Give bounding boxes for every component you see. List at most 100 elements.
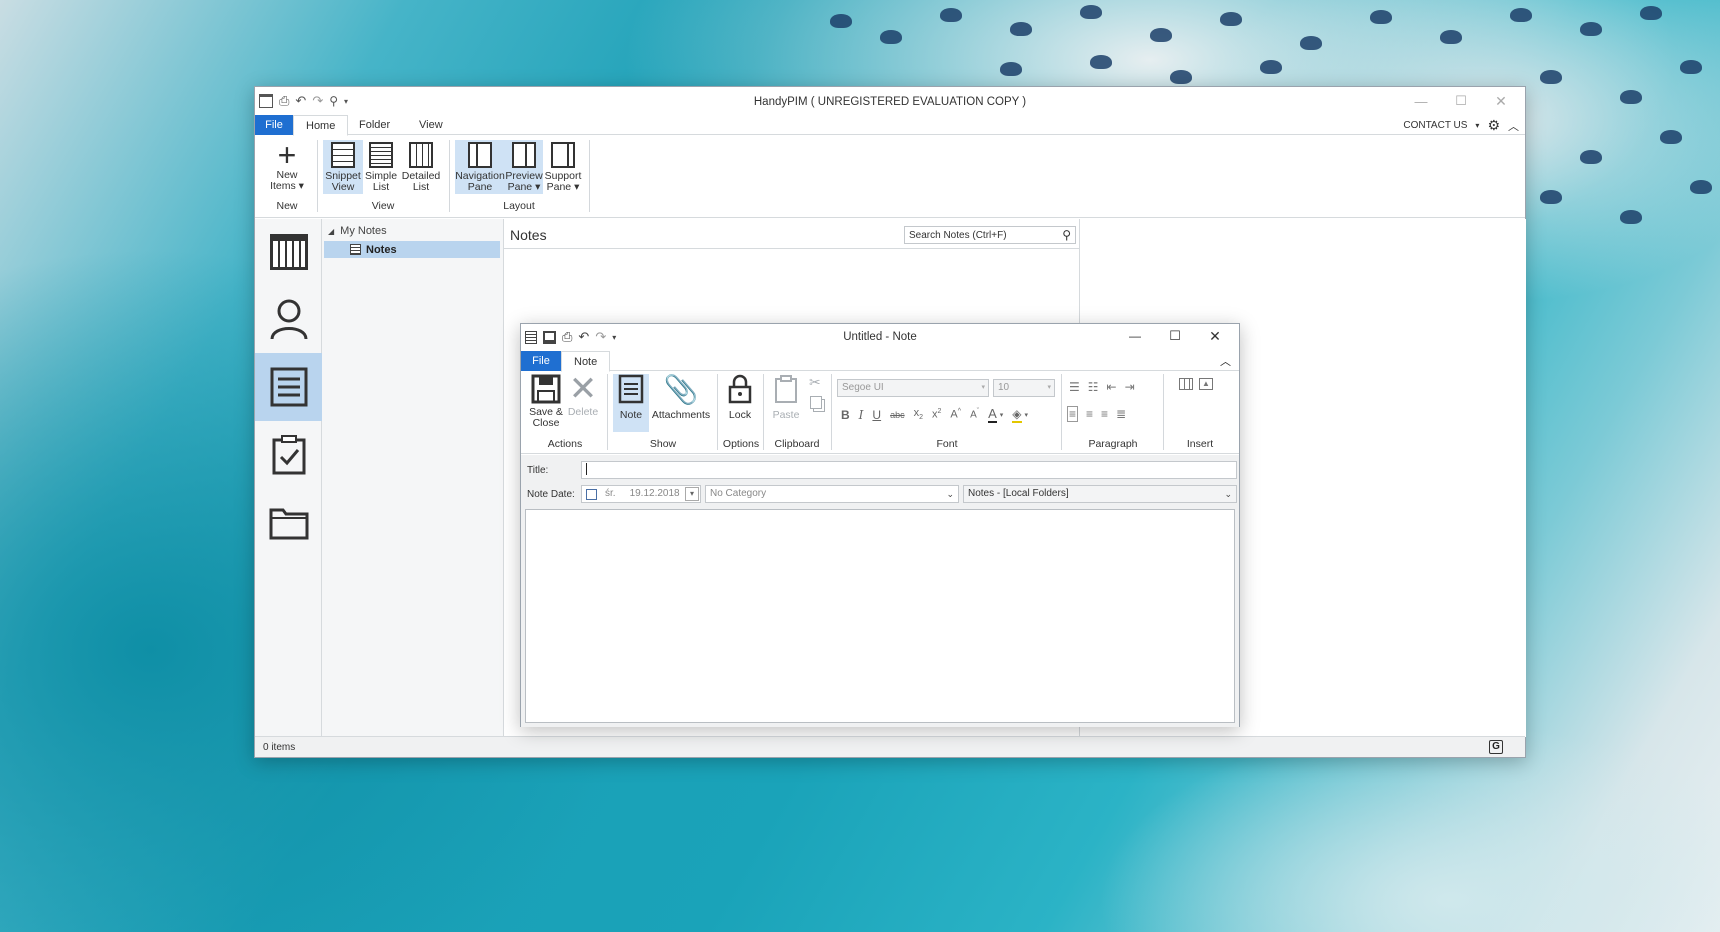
- copy-icon[interactable]: [810, 396, 822, 409]
- navigation-pane-button[interactable]: Navigation Pane: [455, 140, 505, 194]
- notes-icon: [270, 367, 307, 407]
- note-maximize-button[interactable]: ☐: [1155, 326, 1195, 346]
- align-center-icon[interactable]: ≡: [1086, 407, 1093, 421]
- italic-button[interactable]: I: [859, 408, 864, 422]
- font-color-dropdown-icon[interactable]: ▾: [1000, 411, 1004, 419]
- tasks-module-button[interactable]: [255, 421, 322, 489]
- collapse-ribbon-icon[interactable]: ︿: [1508, 118, 1519, 134]
- category-dropdown-icon[interactable]: ⌄: [946, 486, 954, 502]
- note-tab-strip: File Note ︿: [521, 351, 1239, 372]
- font-name-select[interactable]: Segoe UI ▾: [837, 379, 989, 397]
- note-page-icon: [618, 374, 644, 404]
- bold-button[interactable]: B: [841, 408, 850, 422]
- font-size-select[interactable]: 10 ▾: [993, 379, 1055, 397]
- note-tab-file[interactable]: File: [521, 351, 561, 371]
- highlight-dropdown-icon[interactable]: ▾: [1025, 411, 1029, 419]
- snippet-view-button[interactable]: Snippet View: [323, 140, 363, 194]
- group-label-actions: Actions: [547, 438, 583, 450]
- attachments-button[interactable]: 📎 Attachments: [651, 374, 711, 432]
- font-name-dropdown-icon[interactable]: ▾: [981, 380, 985, 396]
- font-size-dropdown-icon[interactable]: ▾: [1047, 380, 1051, 396]
- group-label-show: Show: [649, 438, 677, 450]
- insert-table-icon[interactable]: [1179, 378, 1193, 390]
- subscript-button[interactable]: x2: [914, 407, 923, 421]
- calendar-icon: [269, 234, 308, 270]
- tree-collapse-icon[interactable]: ◢: [328, 227, 334, 236]
- tab-file[interactable]: File: [255, 115, 293, 135]
- minimize-button[interactable]: —: [1401, 91, 1441, 111]
- simple-list-button[interactable]: Simple List: [363, 140, 399, 194]
- group-label-layout: Layout: [503, 200, 535, 212]
- new-items-button[interactable]: + New Items ▾: [263, 139, 311, 194]
- note-date-picker[interactable]: śr. 19.12.2018 ▾: [581, 485, 701, 503]
- tab-folder[interactable]: Folder: [347, 115, 402, 135]
- settings-gear-icon[interactable]: ⚙: [1487, 117, 1500, 134]
- justify-icon[interactable]: ≣: [1116, 407, 1126, 421]
- note-title-bar: ⎙ ↶ ↷ ▾ Untitled - Note — ☐ ✕: [521, 324, 1239, 350]
- note-body-editor[interactable]: [525, 509, 1235, 723]
- note-minimize-button[interactable]: —: [1115, 326, 1155, 346]
- date-enabled-checkbox[interactable]: [586, 488, 597, 500]
- note-tab-note[interactable]: Note: [561, 351, 611, 372]
- group-label-view: View: [371, 200, 395, 212]
- notes-folder-icon: [350, 244, 361, 255]
- tab-home[interactable]: Home: [293, 115, 349, 136]
- font-color-button[interactable]: A: [988, 406, 997, 423]
- search-input[interactable]: Search Notes (Ctrl+F): [909, 230, 1007, 241]
- note-form: Title: Note Date: śr. 19.12.2018 ▾ No Ca…: [521, 455, 1239, 727]
- contact-dropdown-icon[interactable]: ▾: [1475, 121, 1479, 130]
- status-item-count: 0 items: [263, 742, 296, 753]
- grammarly-icon[interactable]: G: [1489, 740, 1503, 754]
- status-bar: 0 items G: [255, 736, 1525, 757]
- lock-button[interactable]: Lock: [723, 374, 757, 432]
- detailed-list-icon: [409, 142, 433, 168]
- tree-node-notes[interactable]: Notes: [324, 241, 500, 258]
- strikethrough-button[interactable]: abc: [890, 410, 905, 420]
- increase-indent-icon[interactable]: ⇥: [1125, 380, 1135, 394]
- folder-select[interactable]: Notes - [Local Folders] ⌄: [963, 485, 1237, 503]
- contact-us-link[interactable]: CONTACT US: [1403, 120, 1467, 131]
- align-left-icon[interactable]: ≡: [1067, 406, 1079, 422]
- notes-list-header: Notes Search Notes (Ctrl+F) ⚲: [504, 219, 1079, 249]
- simple-list-icon: [369, 142, 393, 168]
- superscript-button[interactable]: x2: [932, 408, 941, 421]
- grow-font-button[interactable]: A^: [950, 408, 961, 421]
- support-pane-button[interactable]: Support Pane ▾: [543, 140, 583, 194]
- notes-module-button[interactable]: [255, 353, 322, 421]
- cut-scissors-icon[interactable]: ✂: [809, 374, 821, 391]
- note-show-button[interactable]: Note: [613, 374, 649, 432]
- preview-pane-icon: [512, 142, 536, 168]
- support-pane-icon: [551, 142, 575, 168]
- category-select[interactable]: No Category ⌄: [705, 485, 959, 503]
- paste-button[interactable]: Paste: [769, 374, 803, 432]
- title-input[interactable]: [581, 461, 1237, 479]
- save-close-button[interactable]: Save & Close: [527, 374, 565, 432]
- delete-button[interactable]: ✕ Delete: [565, 372, 601, 432]
- decrease-indent-icon[interactable]: ⇤: [1107, 380, 1117, 394]
- bullets-icon[interactable]: ☰: [1069, 380, 1080, 394]
- search-icon[interactable]: ⚲: [1062, 228, 1071, 242]
- underline-button[interactable]: U: [872, 408, 881, 422]
- search-notes-box[interactable]: Search Notes (Ctrl+F) ⚲: [904, 226, 1076, 244]
- highlight-color-button[interactable]: ◈: [1012, 407, 1022, 423]
- align-right-icon[interactable]: ≡: [1101, 407, 1108, 421]
- note-collapse-ribbon-icon[interactable]: ︿: [1220, 353, 1231, 369]
- note-close-button[interactable]: ✕: [1195, 326, 1235, 346]
- note-window: ⎙ ↶ ↷ ▾ Untitled - Note — ☐ ✕ File Note …: [520, 323, 1240, 727]
- folder-dropdown-icon[interactable]: ⌄: [1224, 486, 1232, 502]
- group-label-new: New: [276, 200, 298, 212]
- contacts-person-icon: [270, 299, 307, 340]
- insert-picture-icon[interactable]: ▲: [1199, 378, 1213, 390]
- calendar-module-button[interactable]: [255, 219, 322, 285]
- folders-module-button[interactable]: [255, 489, 322, 557]
- detailed-list-button[interactable]: Detailed List: [399, 140, 443, 194]
- contacts-module-button[interactable]: [255, 285, 322, 353]
- shrink-font-button[interactable]: Aˇ: [970, 408, 979, 420]
- tree-node-my-notes[interactable]: ◢ My Notes: [328, 225, 387, 237]
- date-dropdown-icon[interactable]: ▾: [685, 487, 699, 501]
- numbering-icon[interactable]: ☷: [1088, 380, 1099, 394]
- close-button[interactable]: ✕: [1481, 91, 1521, 111]
- preview-pane-button[interactable]: Preview Pane ▾: [505, 140, 543, 194]
- maximize-button[interactable]: ☐: [1441, 91, 1481, 111]
- tab-view[interactable]: View: [407, 115, 455, 135]
